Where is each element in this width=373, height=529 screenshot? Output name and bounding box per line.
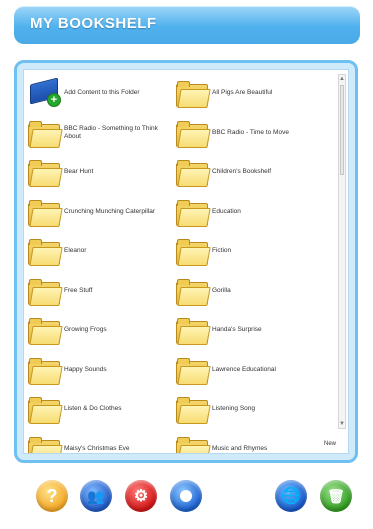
folder-icon: [176, 278, 211, 306]
folder-icon: [176, 159, 211, 187]
folder-label: All Pigs Are Beautiful: [212, 89, 273, 97]
folder-item[interactable]: Music and Rhymes: [176, 432, 326, 453]
folder-icon: [176, 120, 211, 148]
folder-icon: [176, 317, 211, 345]
folder-item[interactable]: BBC Radio - Something to Think About: [28, 116, 178, 150]
disc-button[interactable]: [170, 480, 202, 512]
folder-item[interactable]: Listen & Do Clothes: [28, 392, 178, 426]
folder-label: BBC Radio - Time to Move: [212, 128, 289, 136]
folder-label: Crunching Munching Caterpillar: [64, 207, 156, 215]
help-icon: ?: [46, 485, 58, 506]
folder-list: + Add Content to this Folder All Pigs Are …: [23, 69, 349, 454]
folder-icon: [28, 436, 63, 453]
globe-button[interactable]: 🌐: [275, 480, 307, 512]
users-button[interactable]: 👥: [80, 480, 112, 512]
new-link[interactable]: New: [324, 441, 336, 447]
folder-icon: [176, 80, 211, 108]
bookshelf-panel: + Add Content to this Folder All Pigs Are …: [14, 60, 358, 463]
app-header: MY BOOKSHELF: [14, 6, 360, 44]
folder-label: Education: [212, 207, 241, 215]
app-title: MY BOOKSHELF: [30, 15, 157, 32]
folder-icon: [176, 436, 211, 453]
folder-icon: [28, 396, 63, 424]
bottom-toolbar: ? 👥 ⚙ 🌐 🗑: [0, 480, 373, 520]
scroll-up-arrow-icon[interactable]: ▲: [339, 75, 345, 83]
folder-item[interactable]: Fiction: [176, 234, 326, 268]
folder-icon: [28, 159, 63, 187]
folder-icon: [28, 238, 63, 266]
folder-icon: [28, 317, 63, 345]
folder-label: Listen & Do Clothes: [64, 405, 122, 413]
scroll-thumb[interactable]: [340, 85, 344, 175]
folder-label: Fiction: [212, 247, 232, 255]
scroll-down-arrow-icon[interactable]: ▼: [339, 420, 345, 428]
globe-icon: 🌐: [281, 488, 301, 505]
folder-label: Growing Frogs: [64, 326, 107, 334]
folder-icon: [176, 199, 211, 227]
folder-icon: [176, 396, 211, 424]
users-icon: 👥: [87, 487, 105, 504]
folder-icon: [28, 357, 63, 385]
folder-label: Eleanor: [64, 247, 87, 255]
folder-item[interactable]: Gorilla: [176, 274, 326, 308]
folder-label: Handa's Surprise: [212, 326, 262, 334]
folder-icon: [28, 120, 63, 148]
folder-item[interactable]: Children's Bookshelf: [176, 155, 326, 189]
folder-item[interactable]: Handa's Surprise: [176, 313, 326, 347]
folder-item[interactable]: Lawrence Educational: [176, 353, 326, 387]
folder-icon: [28, 278, 63, 306]
folder-item[interactable]: Growing Frogs: [28, 313, 178, 347]
folder-icon: [176, 238, 211, 266]
folder-label: Music and Rhymes: [212, 444, 268, 452]
folder-item[interactable]: Crunching Munching Caterpillar: [28, 195, 178, 229]
help-button[interactable]: ?: [36, 480, 68, 512]
folder-label: Happy Sounds: [64, 365, 107, 373]
folder-label: Lawrence Educational: [212, 365, 276, 373]
folder-item[interactable]: Listening Song: [176, 392, 326, 426]
folder-icon: [176, 357, 211, 385]
folder-label: Listening Song: [212, 405, 256, 413]
disc-icon: [180, 490, 192, 502]
folder-label: BBC Radio - Something to Think About: [64, 125, 158, 140]
trash-icon: 🗑: [327, 487, 345, 504]
folder-label: Maisy's Christmas Eve: [64, 444, 130, 452]
add-content-book-icon: +: [28, 77, 61, 107]
folder-label: Free Stuff: [64, 286, 93, 294]
settings-gear-icon: ⚙: [133, 488, 149, 505]
folder-label: Bear Hunt: [64, 168, 94, 176]
vertical-scrollbar[interactable]: ▲ ▼: [338, 74, 346, 429]
folder-item[interactable]: Education: [176, 195, 326, 229]
folder-item[interactable]: BBC Radio - Time to Move: [176, 116, 326, 150]
folder-label: Children's Bookshelf: [212, 168, 272, 176]
folder-item[interactable]: Free Stuff: [28, 274, 178, 308]
folder-label: Gorilla: [212, 286, 231, 294]
folder-item[interactable]: Happy Sounds: [28, 353, 178, 387]
folder-item[interactable]: All Pigs Are Beautiful: [176, 76, 326, 110]
add-content-item[interactable]: + Add Content to this Folder: [28, 76, 178, 110]
folder-item[interactable]: Eleanor: [28, 234, 178, 268]
settings-button[interactable]: ⚙: [125, 480, 157, 512]
folder-item[interactable]: Bear Hunt: [28, 155, 178, 189]
trash-button[interactable]: 🗑: [320, 480, 352, 512]
folder-label: Add Content to this Folder: [64, 89, 140, 97]
folder-item[interactable]: Maisy's Christmas Eve: [28, 432, 178, 453]
folder-icon: [28, 199, 63, 227]
